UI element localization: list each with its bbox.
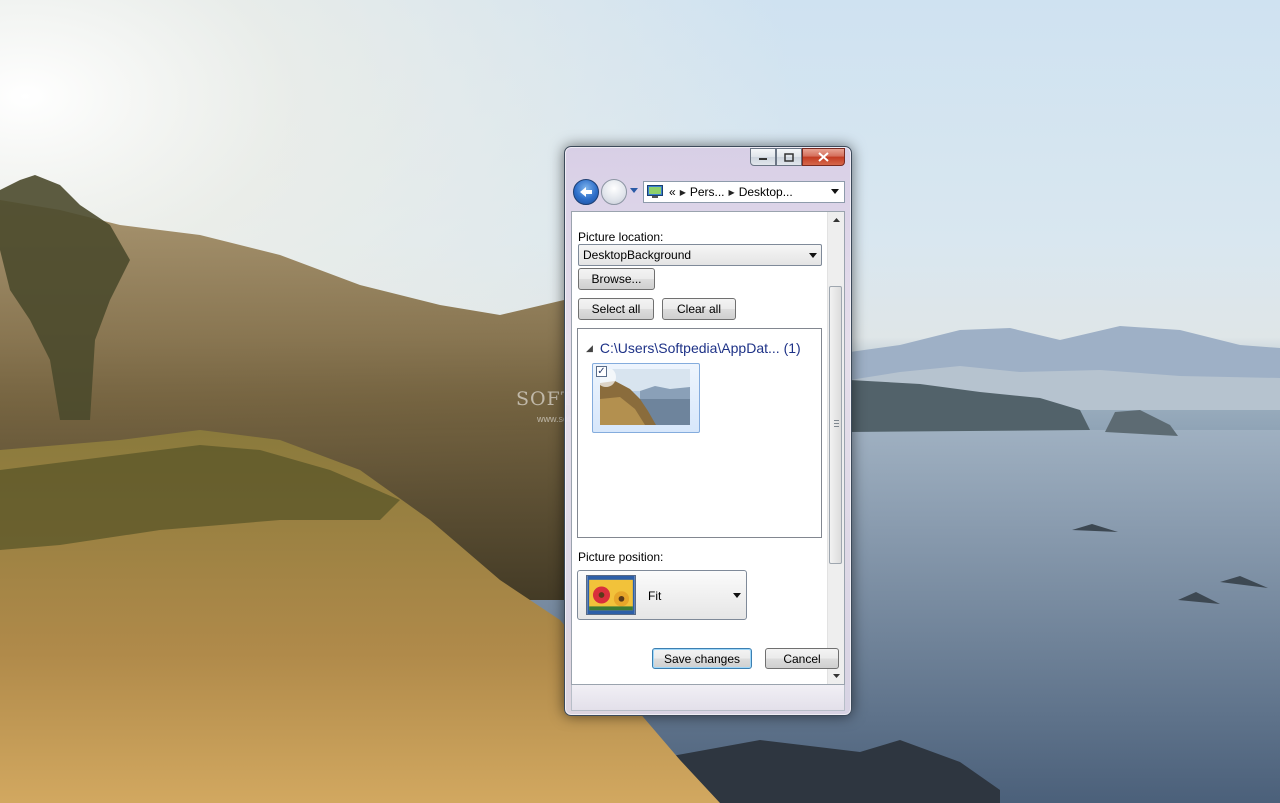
picture-group-path: C:\Users\Softpedia\AppDat... (599, 340, 780, 356)
address-dropdown-icon[interactable] (831, 189, 840, 195)
back-arrow-icon (580, 187, 592, 197)
minimize-icon (759, 158, 767, 160)
clear-all-button[interactable]: Clear all (662, 298, 736, 320)
breadcrumb-desktop-background[interactable]: Desktop... (739, 185, 793, 199)
maximize-button[interactable] (776, 148, 802, 166)
picture-checkbox[interactable]: ✓ (596, 366, 607, 377)
picture-group-count: (1) (783, 340, 801, 356)
scrollbar-grip (834, 420, 839, 429)
collapse-triangle-icon[interactable]: ◢ (586, 343, 593, 354)
vertical-scrollbar[interactable] (827, 212, 844, 684)
scroll-up-icon (832, 218, 840, 222)
picture-thumbnail (600, 369, 690, 425)
breadcrumb-separator-icon: ▶ (728, 187, 735, 197)
scroll-up-button[interactable] (828, 212, 844, 228)
breadcrumb-separator-icon: ▶ (679, 187, 686, 197)
picture-location-value: DesktopBackground (583, 248, 692, 262)
navigation-bar: « ▶ Pers... ▶ Desktop... (573, 179, 845, 205)
back-button[interactable] (573, 179, 599, 205)
status-bar (571, 685, 845, 711)
caption-buttons (750, 148, 845, 166)
picture-position-value: Fit (648, 589, 662, 603)
address-bar[interactable]: « ▶ Pers... ▶ Desktop... (643, 181, 845, 203)
scrollbar-thumb[interactable] (829, 286, 842, 564)
close-button[interactable] (802, 148, 845, 166)
content-panel: Picture location: DesktopBackground Brow… (571, 211, 845, 685)
chevron-down-icon (809, 253, 817, 258)
close-icon (818, 152, 829, 162)
select-all-button[interactable]: Select all (578, 298, 654, 320)
control-panel-icon (647, 185, 663, 198)
cancel-button[interactable]: Cancel (765, 648, 839, 669)
scroll-down-icon (832, 674, 840, 678)
picture-list[interactable]: ◢ C:\Users\Softpedia\AppDat... (1) ✓ (577, 328, 822, 538)
picture-position-label: Picture position: (578, 550, 664, 564)
desktop-background-window: « ▶ Pers... ▶ Desktop... Picture locatio… (564, 146, 852, 716)
browse-button[interactable]: Browse... (578, 268, 655, 290)
picture-position-dropdown[interactable]: Fit (577, 570, 747, 620)
maximize-icon (784, 152, 794, 162)
picture-location-dropdown[interactable]: DesktopBackground (578, 244, 822, 266)
forward-button[interactable] (601, 179, 627, 205)
picture-position-preview (586, 575, 636, 615)
address-overflow-chevrons[interactable]: « (669, 185, 676, 199)
picture-item[interactable]: ✓ (592, 363, 700, 433)
chevron-down-icon (733, 593, 741, 598)
save-changes-button[interactable]: Save changes (652, 648, 752, 669)
picture-group-header[interactable]: ◢ C:\Users\Softpedia\AppDat... (1) (586, 340, 801, 356)
breadcrumb-personalization[interactable]: Pers... (690, 185, 725, 199)
minimize-button[interactable] (750, 148, 776, 166)
picture-location-label: Picture location: (578, 230, 664, 244)
recent-pages-dropdown-icon[interactable] (630, 188, 639, 194)
scroll-down-button[interactable] (828, 668, 844, 684)
